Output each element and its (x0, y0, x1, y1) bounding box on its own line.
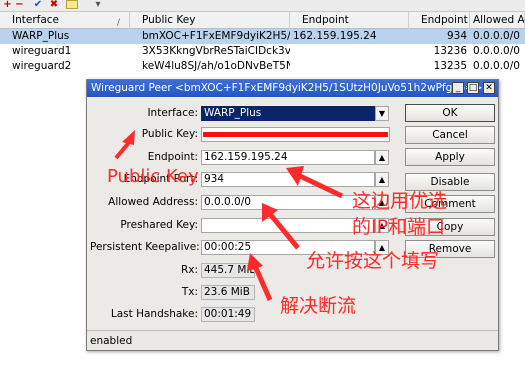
arrow-to-endpoint-icon (286, 166, 344, 199)
arrow-to-keepalive-icon (247, 253, 273, 302)
arrow-to-public-key-icon (114, 130, 135, 160)
arrow-to-allowed-address-icon (262, 203, 300, 250)
keepalive-annotation: 解决断流 (280, 295, 357, 317)
endpoint-annotation-line2: 的IP和端口 (352, 216, 446, 238)
endpoint-annotation-line1: 这边用优选 (352, 190, 448, 212)
public-key-annotation: Public Key (107, 166, 199, 187)
allowed-annotation: 允许按这个填写 (306, 250, 440, 272)
